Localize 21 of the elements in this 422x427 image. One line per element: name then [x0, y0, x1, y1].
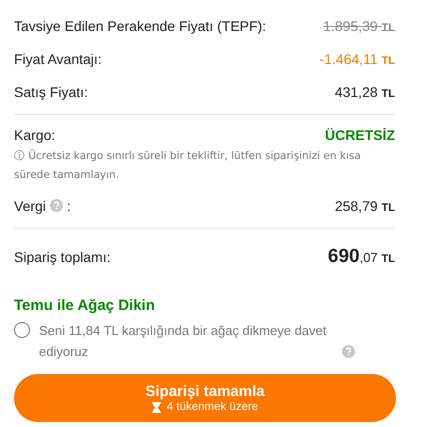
shipping-label: Kargo: — [14, 127, 56, 143]
price-label: Tavsiye Edilen Perakende Fiyatı (TEPF): — [14, 18, 266, 34]
hourglass-icon — [152, 402, 161, 412]
tree-offer-text: Seni 11,84 TL karşılığında bir ağaç dikmeye davet ediyoruz — [39, 322, 328, 361]
total-label: Sipariş toplamı: — [14, 249, 110, 265]
shipping-value: ÜCRETSİZ — [325, 127, 395, 143]
price-label: Satış Fiyatı: — [14, 84, 88, 100]
shipping-note: ⓘ Ücretsiz kargo sınırlı süreli bir tekliftir, lütfen siparişinizi en kısa sürede tamamlayın. — [14, 150, 361, 181]
radio-button[interactable] — [14, 322, 30, 338]
help-icon[interactable] — [50, 199, 63, 212]
price-amount: 431,28 TL — [334, 84, 395, 100]
price-label: Fiyat Avantajı: — [14, 50, 102, 66]
tree-offer-title: Temu ile Ağaç Dikin — [14, 297, 156, 314]
price-amount: -1.464,11 TL — [320, 50, 395, 66]
total-amount: 690,07 TL — [328, 246, 395, 268]
checkout-button[interactable]: Siparişi tamamla 4 tükenmek üzere — [14, 374, 396, 422]
tax-colon: : — [66, 198, 71, 214]
help-icon[interactable] — [342, 345, 355, 358]
price-amount: 1.895,39 TL — [323, 18, 395, 34]
tax-label: Vergi — [14, 198, 46, 214]
tax-amount: 258,79 TL — [334, 198, 395, 214]
